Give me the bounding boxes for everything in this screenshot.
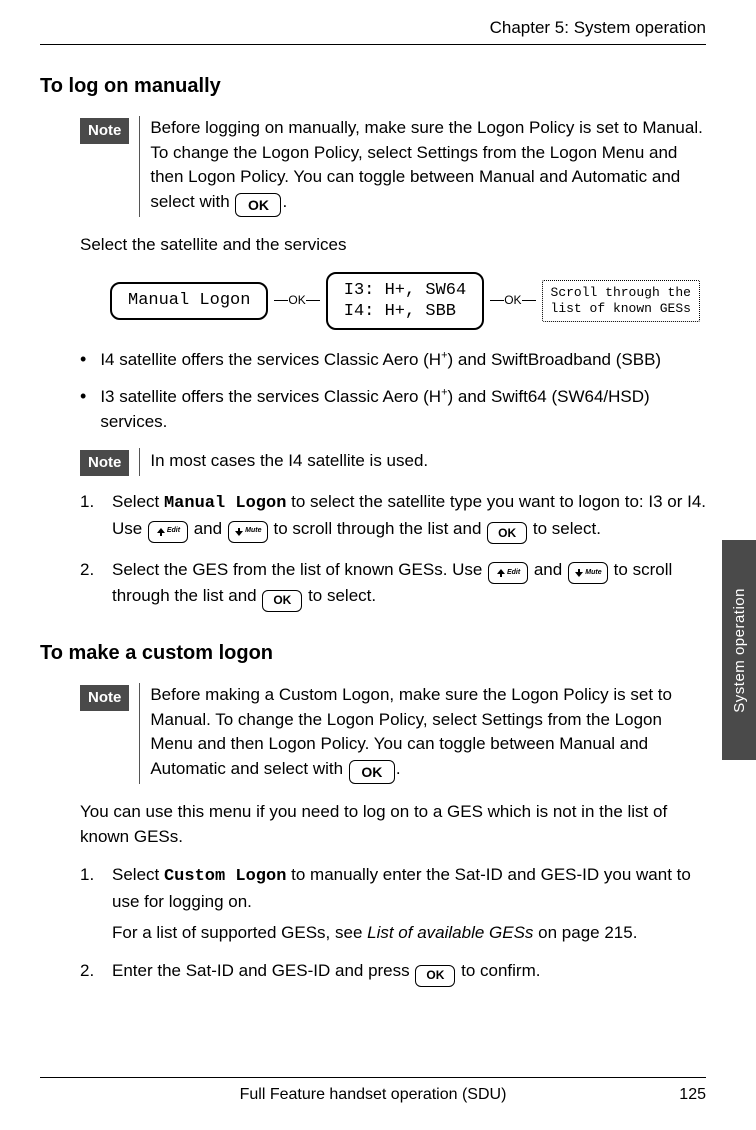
custom-logon-steps: Select Custom Logon to manually enter th… — [80, 863, 706, 987]
step-text: Enter the Sat-ID and GES-ID and press — [112, 961, 414, 980]
ok-key-icon: OK — [487, 522, 527, 544]
step-subtext: For a list of supported GESs, see — [112, 923, 367, 942]
flow-conn-label-2: OK — [504, 292, 521, 309]
note-text-pre: Before making a Custom Logon, make sure … — [150, 685, 672, 778]
ok-key-icon: OK — [415, 965, 455, 987]
footer-title: Full Feature handset operation (SDU) — [240, 1086, 507, 1104]
note-divider — [139, 683, 140, 784]
page-footer: Full Feature handset operation (SDU) 125 — [40, 1077, 706, 1104]
note-block-1: Note Before logging on manually, make su… — [80, 116, 706, 217]
note-text-post: . — [282, 192, 287, 211]
step-text: Select the GES from the list of known GE… — [112, 560, 487, 579]
manual-logon-steps: Select Manual Logon to select the satell… — [80, 490, 706, 612]
step-1: Select Custom Logon to manually enter th… — [80, 863, 706, 945]
chapter-header: Chapter 5: System operation — [40, 18, 706, 45]
note-block-2: Note In most cases the I4 satellite is u… — [80, 448, 706, 476]
list-item: I3 satellite offers the services Classic… — [80, 385, 706, 434]
note-text: In most cases the I4 satellite is used. — [150, 448, 706, 474]
step-text: to scroll through the list and — [274, 519, 487, 538]
flow-conn-label: OK — [288, 292, 305, 309]
ok-key-icon: OK — [262, 590, 302, 612]
note-badge: Note — [80, 450, 129, 476]
down-mute-key-icon: Mute — [568, 562, 608, 584]
up-edit-key-icon: Edit — [488, 562, 528, 584]
step-text: to confirm. — [461, 961, 540, 980]
up-edit-key-icon: Edit — [148, 521, 188, 543]
custom-logon-paragraph: You can use this menu if you need to log… — [80, 800, 706, 849]
note-text-post: . — [396, 759, 401, 778]
note-text-pre: Before logging on manually, make sure th… — [150, 118, 703, 211]
note-text: Before making a Custom Logon, make sure … — [150, 683, 706, 784]
bullet-text: I4 satellite offers the services Classic… — [100, 350, 441, 369]
note-badge: Note — [80, 118, 129, 144]
flow-connector-2: OK — [490, 292, 535, 309]
step-1: Select Manual Logon to select the satell… — [80, 490, 706, 544]
step-subtext-italic: List of available GESs — [367, 923, 533, 942]
flow-box-scroll-ges: Scroll through the list of known GESs — [542, 280, 700, 323]
step-mono: Custom Logon — [164, 867, 286, 886]
step-text: to select. — [308, 586, 376, 605]
step-text: Select — [112, 492, 164, 511]
note-text: Before logging on manually, make sure th… — [150, 116, 706, 217]
note-divider — [139, 448, 140, 476]
satellite-bullets: I4 satellite offers the services Classic… — [80, 348, 706, 434]
down-mute-key-icon: Mute — [228, 521, 268, 543]
ok-key-icon: OK — [235, 193, 281, 217]
step-mono: Manual Logon — [164, 494, 286, 513]
heading-custom-logon: To make a custom logon — [40, 642, 706, 665]
note-block-3: Note Before making a Custom Logon, make … — [80, 683, 706, 784]
flow-box-satellites: I3: H+, SW64 I4: H+, SBB — [326, 272, 484, 331]
bullet-text-post: ) and SwiftBroadband (SBB) — [448, 350, 662, 369]
step-text: and — [534, 560, 567, 579]
bullet-text: I3 satellite offers the services Classic… — [100, 387, 441, 406]
step-text: Select — [112, 865, 164, 884]
select-satellite-text: Select the satellite and the services — [80, 233, 706, 258]
key-sublabel: Edit — [507, 568, 520, 578]
key-sublabel: Mute — [585, 568, 601, 578]
page-number: 125 — [679, 1086, 706, 1104]
note-divider — [139, 116, 140, 217]
heading-log-on-manually: To log on manually — [40, 75, 706, 98]
flow-box-manual-logon: Manual Logon — [110, 282, 268, 319]
side-tab: System operation — [722, 540, 756, 760]
note-badge: Note — [80, 685, 129, 711]
flow-connector-1: OK — [274, 292, 319, 309]
step-2: Enter the Sat-ID and GES-ID and press OK… — [80, 959, 706, 987]
step-2: Select the GES from the list of known GE… — [80, 558, 706, 612]
list-item: I4 satellite offers the services Classic… — [80, 348, 706, 373]
step-text: and — [194, 519, 227, 538]
key-sublabel: Mute — [245, 526, 261, 536]
ok-key-icon: OK — [349, 760, 395, 784]
step-text: to select. — [533, 519, 601, 538]
side-tab-label: System operation — [731, 588, 748, 713]
key-sublabel: Edit — [167, 526, 180, 536]
step-subtext: on page 215. — [538, 923, 637, 942]
flow-diagram: Manual Logon OK I3: H+, SW64 I4: H+, SBB… — [110, 272, 706, 331]
